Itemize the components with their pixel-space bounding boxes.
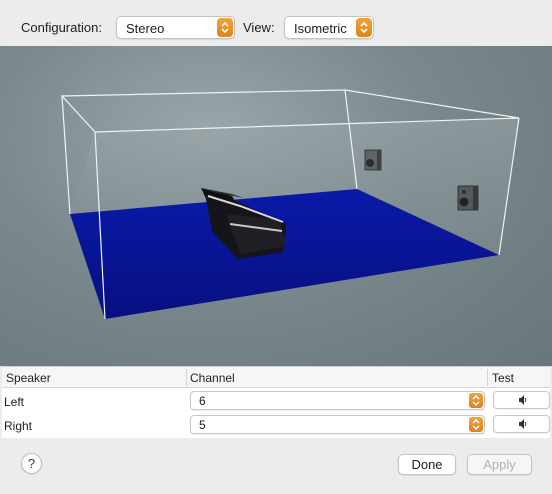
column-divider bbox=[487, 369, 488, 386]
column-header-channel[interactable]: Channel bbox=[190, 371, 235, 385]
chevron-updown-icon bbox=[469, 393, 483, 408]
view-value: Isometric bbox=[294, 21, 347, 36]
speaker-table: Speaker Channel Test Left 6 Right 5 bbox=[2, 366, 550, 438]
test-right-button[interactable] bbox=[493, 415, 550, 433]
chevron-updown-icon bbox=[217, 18, 233, 37]
table-row: Left 6 bbox=[2, 389, 550, 413]
speaker-name: Left bbox=[4, 395, 25, 409]
configuration-label: Configuration: bbox=[21, 20, 102, 35]
room-3d-view[interactable] bbox=[0, 46, 552, 366]
left-speaker bbox=[364, 149, 382, 171]
channel-value: 5 bbox=[199, 418, 206, 432]
help-button[interactable]: ? bbox=[21, 453, 42, 474]
view-popup[interactable]: Isometric bbox=[284, 16, 374, 39]
done-button[interactable]: Done bbox=[398, 454, 456, 475]
table-row: Right 5 bbox=[2, 413, 550, 437]
column-header-speaker[interactable]: Speaker bbox=[6, 371, 51, 385]
speaker-icon bbox=[519, 395, 527, 405]
speaker-name: Right bbox=[4, 419, 33, 433]
channel-value: 6 bbox=[199, 394, 206, 408]
column-divider bbox=[186, 369, 187, 386]
configuration-popup[interactable]: Stereo bbox=[116, 16, 235, 39]
test-left-button[interactable] bbox=[493, 391, 550, 409]
speaker-icon bbox=[519, 419, 527, 429]
chevron-updown-icon bbox=[469, 417, 483, 432]
configuration-value: Stereo bbox=[126, 21, 165, 36]
right-speaker bbox=[457, 185, 479, 211]
view-label: View: bbox=[243, 20, 275, 35]
column-header-test[interactable]: Test bbox=[492, 371, 514, 385]
channel-popup[interactable]: 5 bbox=[190, 415, 485, 434]
apply-button[interactable]: Apply bbox=[467, 454, 532, 475]
dialog-footer: ? Done Apply bbox=[0, 438, 552, 494]
toolbar: Configuration: Stereo View: Isometric bbox=[0, 0, 552, 46]
chevron-updown-icon bbox=[356, 18, 372, 37]
table-header: Speaker Channel Test bbox=[2, 367, 550, 388]
channel-popup[interactable]: 6 bbox=[190, 391, 485, 410]
